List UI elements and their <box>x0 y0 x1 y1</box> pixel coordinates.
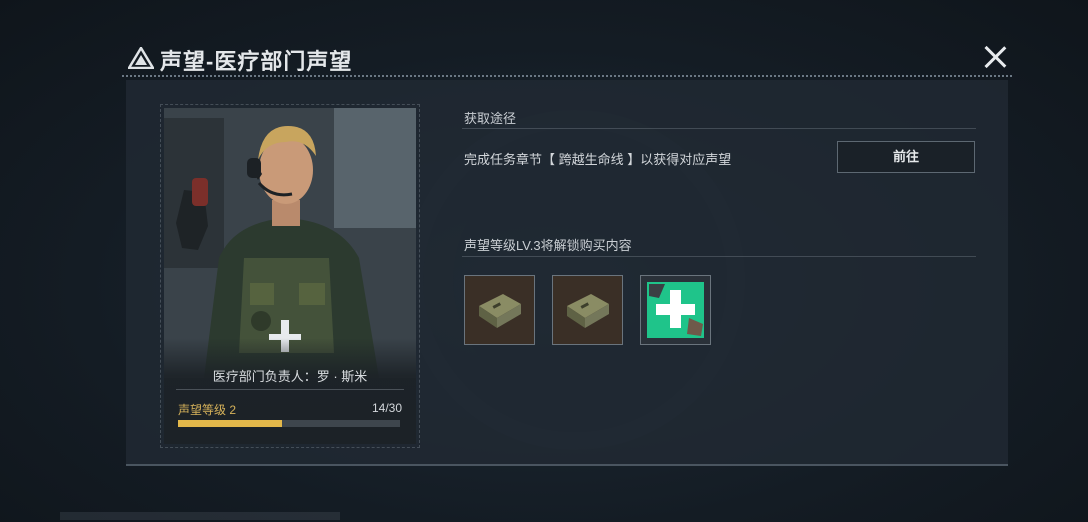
triangle-logo-icon <box>128 47 154 69</box>
npc-name-label: 医疗部门负责人：罗 · 斯米 <box>212 369 368 384</box>
reputation-progress-text: 14/30 <box>371 401 402 415</box>
unlock-item-slot[interactable] <box>640 275 711 345</box>
reputation-level: 声望等级 2 <box>178 403 237 417</box>
acquire-divider <box>462 128 976 129</box>
ammo-crate-icon <box>479 294 521 328</box>
close-button[interactable] <box>982 42 1010 70</box>
title-bar: 声望-医疗部门声望 <box>122 40 1014 77</box>
task-description: 完成任务章节【 跨越生命线 】以获得对应声望 <box>464 152 732 167</box>
card-shade <box>164 338 416 444</box>
footer-info <box>60 512 340 520</box>
reputation-panel: 医疗部门负责人：罗 · 斯米 声望等级 2 14/30 获取途径 完成任务章节【… <box>126 80 1008 466</box>
unlock-item-slot[interactable] <box>464 275 535 345</box>
unlock-heading: 声望等级LV.3将解锁购买内容 <box>464 238 632 253</box>
reputation-progress-fill <box>178 420 282 427</box>
unlock-divider <box>462 256 976 257</box>
npc-card: 医疗部门负责人：罗 · 斯米 声望等级 2 14/30 <box>164 108 416 444</box>
unlock-item-slot[interactable] <box>552 275 623 345</box>
ammo-crate-icon <box>567 294 609 328</box>
acquire-heading: 获取途径 <box>464 111 517 126</box>
goto-button[interactable]: 前往 <box>837 141 975 173</box>
title-divider <box>122 75 1014 77</box>
page-title: 声望-医疗部门声望 <box>160 49 353 74</box>
medkit-cross-icon <box>647 282 704 338</box>
card-divider <box>176 389 404 390</box>
reputation-progress-bar <box>178 420 400 427</box>
